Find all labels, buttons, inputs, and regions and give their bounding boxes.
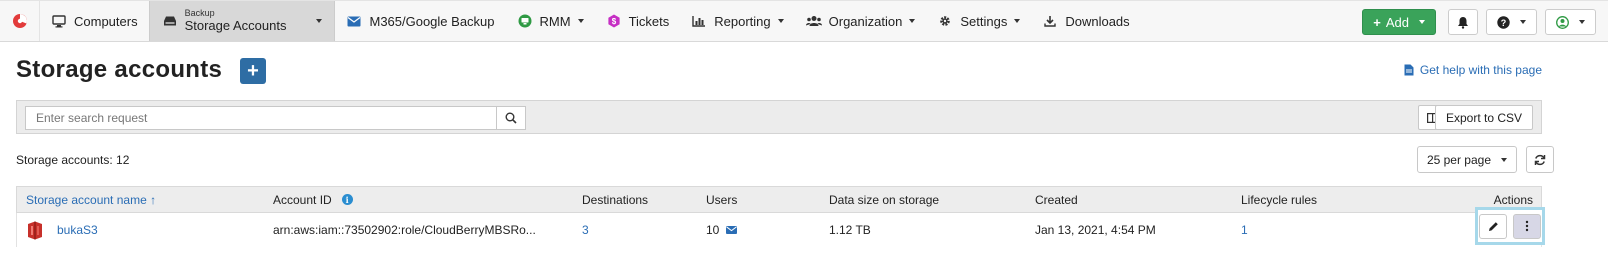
nav-m365-label: M365/Google Backup <box>369 13 495 29</box>
envelope-icon <box>346 13 362 29</box>
nav-m365-google-backup[interactable]: M365/Google Backup <box>335 1 505 41</box>
column-header-created: Created <box>1035 192 1078 207</box>
row-actions <box>1475 207 1545 245</box>
brand-logo[interactable] <box>0 1 40 41</box>
plus-icon: + <box>1373 14 1381 30</box>
nav-rmm[interactable]: RMM <box>506 1 595 41</box>
gear-icon <box>937 13 953 29</box>
nav-storage-label: Storage Accounts <box>184 17 287 33</box>
add-button[interactable]: + Add <box>1362 9 1436 35</box>
nav-computers-label: Computers <box>74 13 138 29</box>
users-icon <box>805 13 822 29</box>
column-header-users: Users <box>706 192 738 207</box>
search-panel: Export to CSV <box>16 100 1542 134</box>
refresh-icon <box>1534 154 1546 165</box>
column-header-lifecycle: Lifecycle rules <box>1241 192 1318 207</box>
info-icon[interactable]: i <box>341 194 353 205</box>
search-button[interactable] <box>496 106 526 130</box>
page-title: Storage accounts <box>16 56 223 83</box>
column-header-account-id: Account ID i <box>273 187 353 212</box>
nav-downloads[interactable]: Downloads <box>1031 1 1140 41</box>
rmm-icon <box>517 13 533 29</box>
storage-account-name-link[interactable]: bukaS3 <box>57 223 98 237</box>
more-vertical-icon <box>1525 220 1529 232</box>
chevron-down-icon <box>577 19 584 23</box>
refresh-button[interactable] <box>1526 146 1554 173</box>
chevron-down-icon <box>909 19 916 23</box>
help-link-label: Get help with this page <box>1419 63 1542 77</box>
svg-text:$: $ <box>611 17 616 26</box>
chevron-down-icon <box>777 19 784 23</box>
navbar-right-group: + Add ? <box>1362 1 1608 43</box>
nav-settings-label: Settings <box>960 13 1008 29</box>
aws-s3-icon <box>26 221 44 240</box>
envelope-icon[interactable] <box>726 226 738 234</box>
nav-reporting-label: Reporting <box>714 13 771 29</box>
notifications-button[interactable] <box>1448 9 1478 35</box>
add-storage-account-button[interactable]: + <box>240 58 266 84</box>
column-header-name[interactable]: Storage account name ↑ <box>26 187 156 212</box>
user-menu-button[interactable] <box>1545 9 1596 35</box>
nav-storage-accounts[interactable]: Backup Storage Accounts <box>148 1 336 41</box>
export-csv-button[interactable]: Export to CSV <box>1434 105 1533 130</box>
nav-settings[interactable]: Settings <box>926 1 1031 41</box>
monitor-icon <box>51 13 67 29</box>
add-button-label: Add <box>1385 14 1409 30</box>
storage-accounts-table: Storage account name ↑ Account ID i Dest… <box>16 186 1545 247</box>
account-id-cell: arn:aws:iam::73502902:role/CloudBerryMBS… <box>273 223 536 237</box>
user-icon <box>1556 15 1569 29</box>
chevron-down-icon <box>1419 20 1425 24</box>
storage-accounts-count: Storage accounts: 12 <box>16 153 130 167</box>
tickets-icon: $ <box>606 13 622 29</box>
logo-icon <box>12 14 27 28</box>
search-input[interactable] <box>25 106 497 130</box>
storage-account-name-cell: bukaS3 <box>26 213 98 247</box>
column-header-destinations: Destinations <box>582 192 649 207</box>
users-count: 10 <box>706 223 720 237</box>
nav-reporting[interactable]: Reporting <box>680 1 794 41</box>
edit-button[interactable] <box>1479 213 1507 239</box>
nav-rmm-label: RMM <box>539 13 571 29</box>
destinations-link[interactable]: 3 <box>582 213 589 247</box>
chevron-down-icon <box>1520 20 1526 24</box>
nav-tickets[interactable]: $ Tickets <box>595 1 681 41</box>
top-navbar: Computers Backup Storage Accounts M365/G… <box>0 0 1608 42</box>
pencil-icon <box>1488 221 1498 231</box>
chevron-down-icon <box>316 19 323 23</box>
nav-computers[interactable]: Computers <box>40 1 149 41</box>
bell-icon <box>1458 16 1468 29</box>
svg-text:?: ? <box>1501 18 1507 28</box>
per-page-value: 25 per page <box>1426 152 1491 167</box>
nav-tickets-label: Tickets <box>628 13 670 29</box>
help-link[interactable]: Get help with this page <box>1404 63 1542 77</box>
table-header: Storage account name ↑ Account ID i Dest… <box>16 186 1542 213</box>
chevron-down-icon <box>1014 19 1021 23</box>
storage-icon <box>162 13 178 29</box>
nav-organization-label: Organization <box>828 13 903 29</box>
nav-organization[interactable]: Organization <box>795 1 927 41</box>
help-menu-button[interactable]: ? <box>1486 9 1537 35</box>
chevron-down-icon <box>1579 20 1585 24</box>
column-header-account-id-label: Account ID <box>273 192 332 207</box>
document-icon <box>1404 64 1414 76</box>
per-page-select[interactable]: 25 per page <box>1416 146 1517 173</box>
export-csv-label: Export to CSV <box>1445 110 1522 125</box>
data-size-cell: 1.12 TB <box>829 223 871 237</box>
nav-downloads-label: Downloads <box>1065 13 1130 29</box>
more-actions-button[interactable] <box>1513 213 1541 239</box>
lifecycle-rules-link[interactable]: 1 <box>1241 213 1248 247</box>
question-icon: ? <box>1497 15 1510 29</box>
column-header-data-size: Data size on storage <box>829 192 940 207</box>
created-cell: Jan 13, 2021, 4:54 PM <box>1035 223 1156 237</box>
chevron-down-icon <box>1501 157 1507 162</box>
plus-icon: + <box>247 60 259 82</box>
users-cell: 10 <box>706 213 738 247</box>
table-row: bukaS3 arn:aws:iam::73502902:role/CloudB… <box>16 207 1545 247</box>
download-icon <box>1042 13 1058 29</box>
search-icon <box>505 112 517 124</box>
chart-icon <box>691 13 707 29</box>
